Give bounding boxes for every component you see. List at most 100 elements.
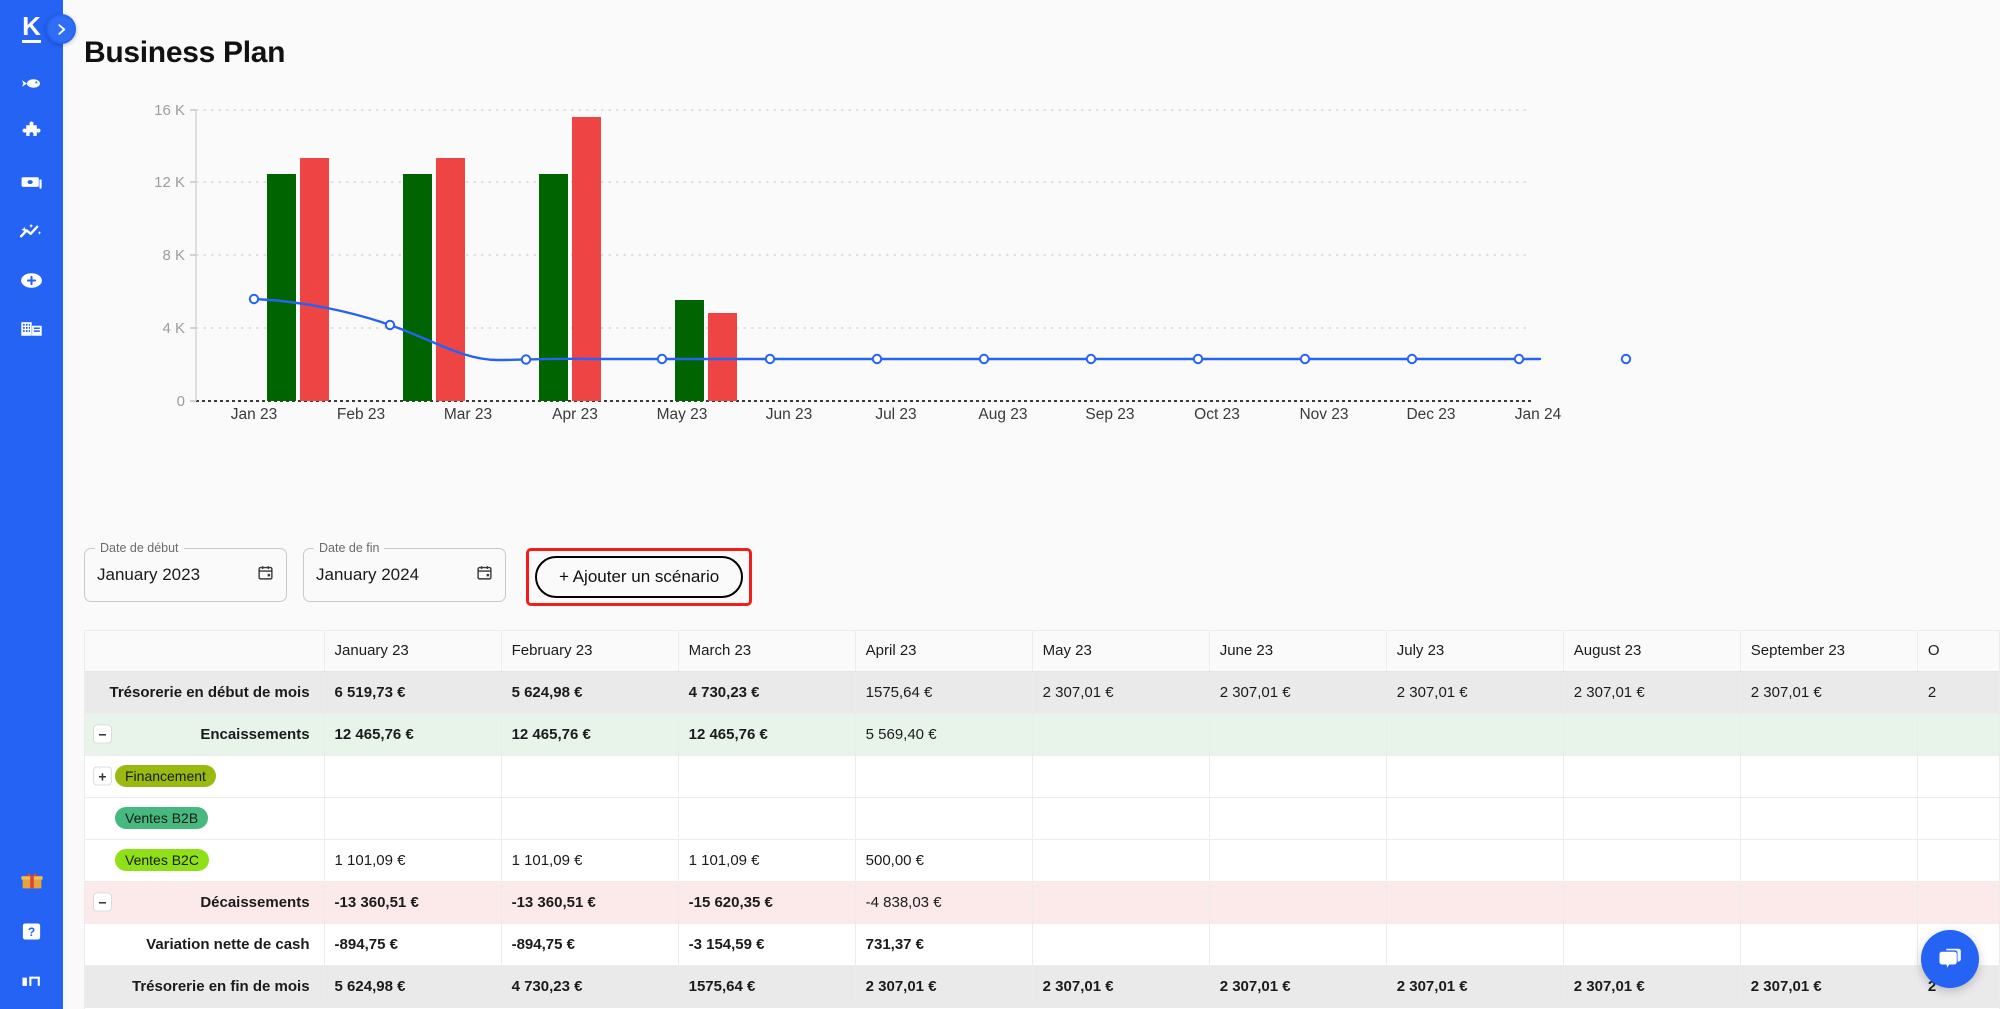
table-cell[interactable] — [1032, 923, 1209, 965]
table-cell[interactable]: 5 624,98 € — [501, 671, 678, 713]
sidebar-item-help[interactable]: ? — [11, 913, 53, 949]
table-cell[interactable] — [1917, 881, 2000, 923]
collapse-row-icon[interactable]: − — [93, 893, 112, 912]
category-tag[interactable]: Financement — [115, 765, 216, 787]
table-cell[interactable]: 2 307,01 € — [1209, 965, 1386, 1007]
table-cell[interactable]: 1 101,09 € — [324, 839, 501, 881]
table-row[interactable]: Trésorerie en fin de mois5 624,98 €4 730… — [85, 965, 2000, 1007]
table-row[interactable]: −Encaissements12 465,76 €12 465,76 €12 4… — [85, 713, 2000, 755]
category-tag[interactable]: Ventes B2B — [115, 807, 208, 829]
end-date-field[interactable]: Date de fin January 2024 — [303, 548, 506, 602]
sidebar-expand-button[interactable] — [46, 14, 76, 44]
table-row[interactable]: Variation nette de cash-894,75 €-894,75 … — [85, 923, 2000, 965]
table-cell[interactable]: 4 730,23 € — [678, 671, 855, 713]
table-cell[interactable]: 1575,64 € — [855, 671, 1032, 713]
table-cell[interactable] — [1563, 797, 1740, 839]
table-cell[interactable] — [1563, 755, 1740, 797]
table-cell[interactable]: 5 624,98 € — [324, 965, 501, 1007]
table-cell[interactable]: 2 307,01 € — [1740, 671, 1917, 713]
table-cell[interactable] — [501, 755, 678, 797]
table-cell[interactable]: -4 838,03 € — [855, 881, 1032, 923]
table-cell[interactable] — [1917, 797, 2000, 839]
table-cell[interactable]: 12 465,76 € — [324, 713, 501, 755]
table-cell[interactable]: 2 307,01 € — [1740, 965, 1917, 1007]
business-plan-table-wrapper[interactable]: January 23February 23March 23April 23May… — [84, 630, 2000, 1009]
table-cell[interactable]: 1 101,09 € — [678, 839, 855, 881]
table-cell[interactable] — [324, 797, 501, 839]
expand-row-icon[interactable]: + — [93, 767, 112, 786]
table-cell[interactable]: 2 307,01 € — [1209, 671, 1386, 713]
table-cell[interactable] — [1386, 755, 1563, 797]
table-cell[interactable]: 500,00 € — [855, 839, 1032, 881]
table-cell[interactable] — [1209, 755, 1386, 797]
table-cell[interactable] — [1740, 839, 1917, 881]
table-cell[interactable]: -15 620,35 € — [678, 881, 855, 923]
table-row[interactable]: Trésorerie en début de mois6 519,73 €5 6… — [85, 671, 2000, 713]
table-cell[interactable] — [1209, 839, 1386, 881]
table-cell[interactable]: 731,37 € — [855, 923, 1032, 965]
table-cell[interactable]: 2 307,01 € — [1563, 965, 1740, 1007]
table-row[interactable]: −Décaissements-13 360,51 €-13 360,51 €-1… — [85, 881, 2000, 923]
sidebar-item-analytics[interactable] — [11, 213, 53, 249]
table-cell[interactable]: -13 360,51 € — [501, 881, 678, 923]
table-cell[interactable] — [1563, 839, 1740, 881]
sidebar-item-collapse-panel[interactable] — [11, 963, 53, 999]
table-cell[interactable]: 2 — [1917, 671, 2000, 713]
sidebar-item-puzzle[interactable] — [11, 115, 53, 151]
table-cell[interactable] — [1386, 713, 1563, 755]
table-cell[interactable]: 2 307,01 € — [1386, 671, 1563, 713]
collapse-row-icon[interactable]: − — [93, 725, 112, 744]
table-cell[interactable] — [1386, 797, 1563, 839]
table-row[interactable]: +Financement — [85, 755, 2000, 797]
table-cell[interactable]: 1 101,09 € — [501, 839, 678, 881]
sidebar-item-fish[interactable] — [11, 66, 53, 102]
table-cell[interactable]: 2 307,01 € — [1386, 965, 1563, 1007]
table-cell[interactable]: 2 307,01 € — [1032, 671, 1209, 713]
table-cell[interactable]: 2 307,01 € — [1032, 965, 1209, 1007]
table-cell[interactable] — [1740, 755, 1917, 797]
calendar-icon[interactable] — [476, 564, 493, 587]
table-cell[interactable] — [1917, 755, 2000, 797]
table-cell[interactable]: 12 465,76 € — [501, 713, 678, 755]
table-cell[interactable] — [1209, 881, 1386, 923]
table-row[interactable]: Ventes B2B — [85, 797, 2000, 839]
table-cell[interactable] — [1386, 881, 1563, 923]
table-cell[interactable] — [678, 797, 855, 839]
table-cell[interactable] — [1740, 881, 1917, 923]
table-cell[interactable] — [1032, 881, 1209, 923]
table-cell[interactable] — [1386, 839, 1563, 881]
table-cell[interactable] — [855, 797, 1032, 839]
table-cell[interactable] — [1032, 797, 1209, 839]
table-cell[interactable] — [1209, 923, 1386, 965]
table-cell[interactable] — [1563, 923, 1740, 965]
sidebar-item-gift[interactable] — [11, 863, 53, 899]
table-cell[interactable] — [501, 797, 678, 839]
table-cell[interactable] — [1209, 797, 1386, 839]
sidebar-item-add[interactable] — [11, 262, 53, 298]
table-cell[interactable] — [1209, 713, 1386, 755]
table-cell[interactable] — [1563, 881, 1740, 923]
category-tag[interactable]: Ventes B2C — [115, 849, 209, 871]
table-cell[interactable] — [1032, 755, 1209, 797]
table-cell[interactable] — [1032, 839, 1209, 881]
table-cell[interactable]: 1575,64 € — [678, 965, 855, 1007]
table-cell[interactable] — [1917, 839, 2000, 881]
table-cell[interactable]: -894,75 € — [501, 923, 678, 965]
start-date-field[interactable]: Date de début January 2023 — [84, 548, 287, 602]
add-scenario-button[interactable]: + Ajouter un scénario — [535, 556, 743, 598]
table-cell[interactable] — [1740, 923, 1917, 965]
table-cell[interactable] — [1563, 713, 1740, 755]
table-cell[interactable]: 2 307,01 € — [1563, 671, 1740, 713]
table-cell[interactable] — [1740, 713, 1917, 755]
chat-widget-button[interactable] — [1921, 930, 1979, 988]
table-cell[interactable] — [324, 755, 501, 797]
table-cell[interactable]: 4 730,23 € — [501, 965, 678, 1007]
table-cell[interactable]: -13 360,51 € — [324, 881, 501, 923]
table-cell[interactable]: 12 465,76 € — [678, 713, 855, 755]
table-cell[interactable]: 6 519,73 € — [324, 671, 501, 713]
table-cell[interactable] — [1740, 797, 1917, 839]
table-cell[interactable]: -3 154,59 € — [678, 923, 855, 965]
table-row[interactable]: Ventes B2C1 101,09 €1 101,09 €1 101,09 €… — [85, 839, 2000, 881]
table-cell[interactable] — [1917, 713, 2000, 755]
sidebar-item-company[interactable] — [11, 311, 53, 347]
